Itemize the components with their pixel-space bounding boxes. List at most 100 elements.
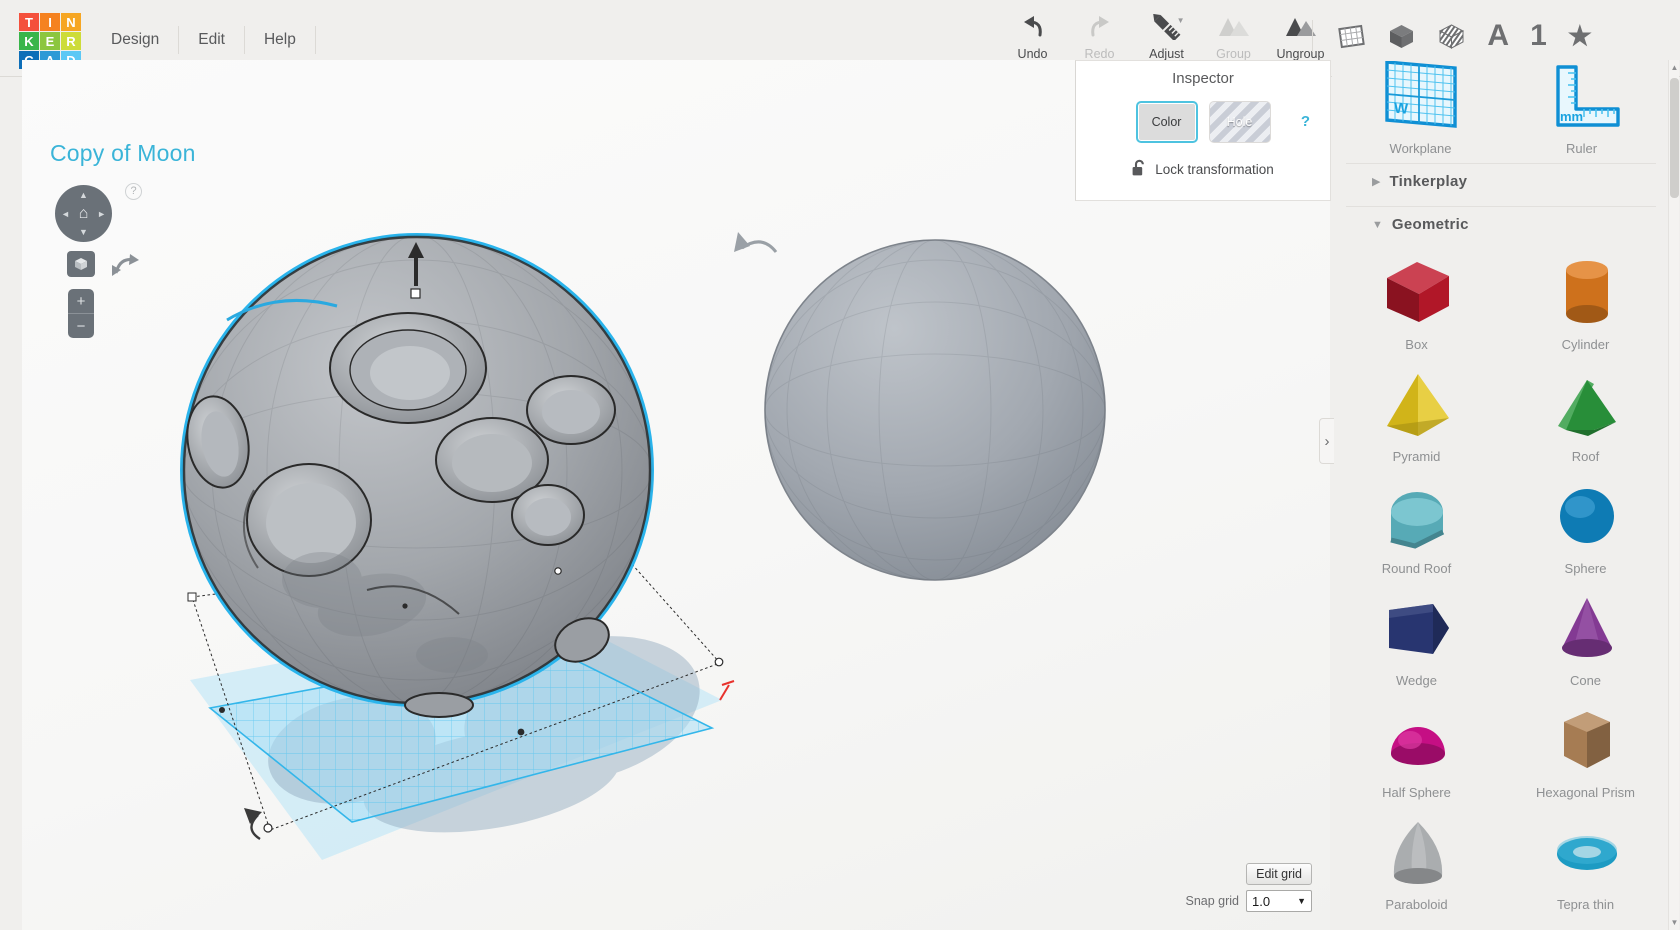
snap-grid-label: Snap grid: [1185, 894, 1239, 908]
shape-item-round-roof[interactable]: Round Roof: [1332, 466, 1501, 578]
menu-item-help[interactable]: Help: [245, 26, 315, 54]
shape-item-label: Hexagonal Prism: [1536, 785, 1635, 800]
pyramid-icon: [1375, 363, 1459, 445]
letter-a-glyph: A: [1487, 19, 1510, 52]
sphere-icon: [1544, 475, 1628, 557]
lock-transformation-label: Lock transformation: [1155, 162, 1274, 177]
wedge-icon: [1375, 587, 1459, 669]
shape-item-wedge[interactable]: Wedge: [1332, 578, 1501, 690]
logo-tile-n: N: [61, 13, 81, 31]
shape-item-label: Wedge: [1396, 673, 1437, 688]
panel-collapse-toggle[interactable]: ›: [1319, 418, 1334, 464]
star-icon[interactable]: ★: [1568, 22, 1592, 50]
undo-arrow-icon: [1020, 12, 1046, 42]
inspector-title: Inspector: [1172, 70, 1234, 87]
logo-tile-t: T: [19, 13, 39, 31]
shape-item-label: Sphere: [1564, 561, 1607, 576]
cone-icon: [1544, 587, 1628, 669]
shelf-item-workplane[interactable]: W Workplane: [1355, 60, 1487, 156]
shape-item-label: Round Roof: [1381, 561, 1452, 576]
shape-item-paraboloid[interactable]: Paraboloid: [1332, 802, 1501, 914]
orbit-right-icon[interactable]: ►: [97, 209, 106, 219]
snap-grid-row: Snap grid 1.0 ▼: [1185, 890, 1312, 912]
menu-item-design[interactable]: Design: [92, 26, 178, 54]
shape-item-roof[interactable]: Roof: [1501, 354, 1670, 466]
grid-view-icon[interactable]: [1337, 22, 1366, 51]
open-padlock-icon: [1132, 159, 1147, 180]
roundroof-icon: [1375, 475, 1459, 557]
shape-item-hexagonal-prism[interactable]: Hexagonal Prism: [1501, 690, 1670, 802]
shape-item-label: Cone: [1569, 673, 1602, 688]
shape-item-box[interactable]: Box: [1332, 242, 1501, 354]
shelf-item-label: Ruler: [1565, 141, 1598, 156]
tool-label: Adjust: [1149, 47, 1184, 61]
logo-tile-r: R: [61, 32, 81, 50]
moon-object: [180, 233, 654, 718]
tinkercad-app: TINKERCAD DesignEditHelp UndoRedo▼Adjust…: [0, 0, 1680, 930]
shape-item-cylinder[interactable]: Cylinder: [1501, 242, 1670, 354]
menu-item-edit[interactable]: Edit: [179, 26, 244, 54]
snap-grid-select[interactable]: 1.0 ▼: [1246, 890, 1312, 912]
zoom-out-button[interactable]: −: [68, 314, 94, 338]
zoom-in-button[interactable]: +: [68, 289, 94, 313]
box-icon: [1375, 251, 1459, 333]
view-help-icon[interactable]: ?: [125, 183, 142, 200]
inspector-panel: Inspector ? Color Hole Lock transformati…: [1075, 60, 1331, 201]
mountains-icon: [1218, 12, 1250, 42]
orbit-down-icon[interactable]: ▼: [79, 227, 88, 237]
view-toolbar: A 1 ★: [1312, 14, 1592, 58]
shape-item-sphere[interactable]: Sphere: [1501, 466, 1670, 578]
chevron-right-icon: ▶: [1372, 176, 1381, 188]
chevron-down-icon: ▼: [1372, 218, 1383, 231]
svg-text:W: W: [1394, 100, 1409, 118]
shape-item-tepra-thin[interactable]: Tepra thin: [1501, 802, 1670, 914]
edit-grid-button[interactable]: Edit grid: [1246, 863, 1312, 885]
shelf-item-label: Workplane: [1389, 141, 1452, 156]
resize-handle: [554, 567, 562, 575]
menu-bar: Design Edit Help: [92, 26, 316, 54]
section-tinkerplay[interactable]: ▶ Tinkerplay: [1346, 163, 1656, 199]
shape-item-pyramid[interactable]: Pyramid: [1332, 354, 1501, 466]
shape-item-label: Tepra thin: [1556, 897, 1615, 912]
hexprism-icon: [1544, 699, 1628, 781]
orbit-left-icon[interactable]: ◄: [61, 209, 70, 219]
solid-cube-icon[interactable]: [1387, 22, 1416, 51]
rotate-view-icon[interactable]: [110, 251, 140, 284]
shape-item-label: Cylinder: [1561, 337, 1610, 352]
shape-item-label: Pyramid: [1392, 449, 1441, 464]
tool-label: Undo: [1017, 47, 1048, 61]
scrollbar-thumb[interactable]: [1670, 78, 1679, 198]
lock-transformation-row[interactable]: Lock transformation: [1076, 159, 1330, 180]
fit-view-cube-icon[interactable]: [67, 251, 95, 277]
sphere-object: [764, 239, 1106, 581]
view-navigation-widget: ⌂ ▲ ▼ ◄ ► ? + −: [55, 183, 145, 338]
hole-swatch[interactable]: Hole: [1208, 101, 1271, 143]
edit-toolbar: Undo Redo ▼ Adjust Group Ungroup: [999, 8, 1334, 68]
redo-arrow-icon: [1087, 12, 1113, 42]
undo-button[interactable]: Undo: [999, 8, 1066, 61]
orbit-pad[interactable]: ⌂ ▲ ▼ ◄ ►: [55, 185, 112, 242]
orbit-up-icon[interactable]: ▲: [79, 190, 88, 200]
color-swatch[interactable]: Color: [1135, 101, 1198, 143]
section-geometric[interactable]: ▼ Geometric: [1346, 206, 1656, 242]
logo-tile-k: K: [19, 32, 39, 50]
toolbar-divider: [1312, 20, 1314, 52]
wireframe-cube-icon[interactable]: [1437, 22, 1466, 51]
home-view-icon[interactable]: ⌂: [79, 205, 89, 223]
shape-item-half-sphere[interactable]: Half Sphere: [1332, 690, 1501, 802]
scroll-down-arrow[interactable]: ▼: [1670, 918, 1679, 927]
shelf-item-ruler[interactable]: mm Ruler: [1516, 61, 1648, 156]
letter-a-icon[interactable]: A: [1487, 21, 1509, 51]
shape-item-cone[interactable]: Cone: [1501, 578, 1670, 690]
number-one-icon[interactable]: 1: [1530, 21, 1547, 51]
panel-scrollbar[interactable]: ▲ ▼: [1668, 60, 1679, 930]
shape-item-label: Box: [1405, 337, 1428, 352]
adjust-button[interactable]: ▼ Adjust: [1133, 8, 1200, 61]
number-one-glyph: 1: [1530, 19, 1547, 52]
shape-item-label: Half Sphere: [1382, 785, 1451, 800]
scroll-up-arrow[interactable]: ▲: [1670, 63, 1679, 72]
ruler-pencil-icon: ▼: [1152, 12, 1185, 42]
chevron-down-icon[interactable]: ▼: [1177, 16, 1185, 25]
inspector-help-icon[interactable]: ?: [1301, 113, 1310, 130]
shape-library-panel: W Workplane mm Ruler ▶ Tinkerplay ▼ Geom…: [1332, 57, 1670, 930]
